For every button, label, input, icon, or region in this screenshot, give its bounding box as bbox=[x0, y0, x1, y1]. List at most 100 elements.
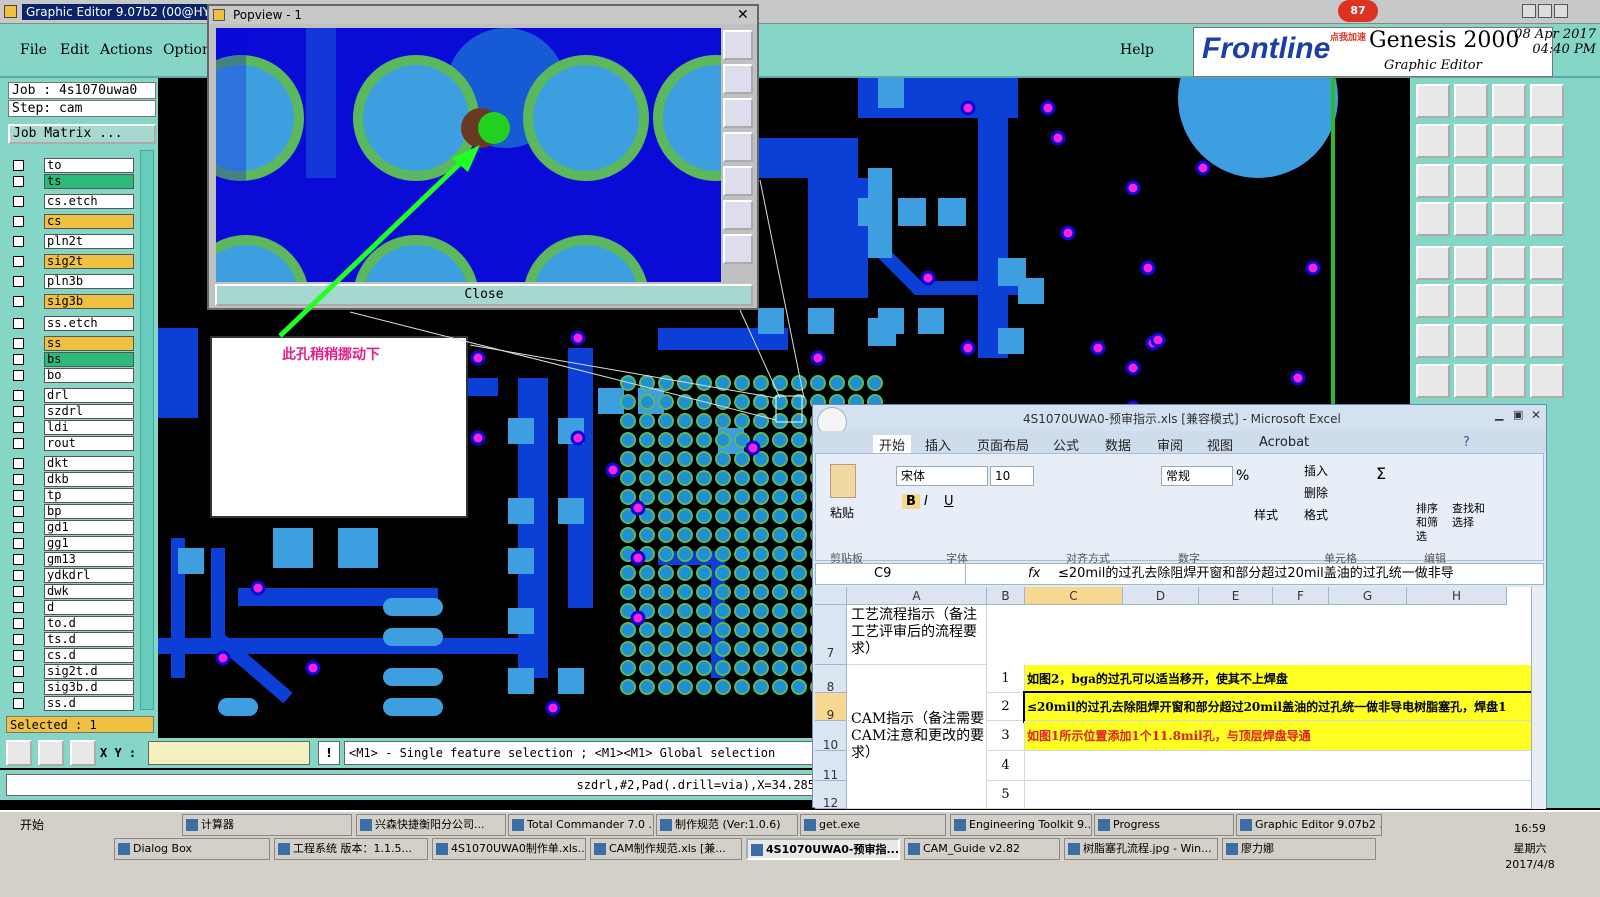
layer-checkbox[interactable] bbox=[13, 370, 24, 381]
column-header[interactable]: G bbox=[1329, 587, 1407, 605]
layer-row[interactable]: d bbox=[10, 600, 156, 615]
taskbar-item[interactable]: 树脂塞孔流程.jpg - Win... bbox=[1064, 838, 1218, 860]
bga-pad[interactable] bbox=[677, 394, 693, 410]
row-header[interactable]: 11 bbox=[815, 751, 847, 782]
bga-pad[interactable] bbox=[677, 508, 693, 524]
bga-pad[interactable] bbox=[734, 660, 750, 676]
layer-checkbox[interactable] bbox=[13, 296, 24, 307]
paste-label[interactable]: 粘贴 bbox=[830, 504, 854, 521]
layer-checkbox[interactable] bbox=[13, 438, 24, 449]
tab-data[interactable]: 数据 bbox=[1105, 435, 1131, 454]
tab-home[interactable]: 开始 bbox=[873, 435, 912, 454]
bga-pad[interactable] bbox=[696, 413, 712, 429]
layer-name[interactable]: pln3b bbox=[44, 274, 134, 289]
bga-pad[interactable] bbox=[753, 508, 769, 524]
menu-actions[interactable]: Actions bbox=[100, 42, 153, 58]
name-box[interactable]: C9 bbox=[816, 564, 966, 584]
taskbar-item[interactable]: 工程系统 版本：1.1.5... bbox=[274, 838, 428, 860]
pv-fit-icon[interactable] bbox=[723, 200, 753, 230]
bga-pad[interactable] bbox=[753, 641, 769, 657]
layer-name[interactable]: rout bbox=[44, 436, 134, 451]
formula-input[interactable]: ≤20mil的过孔去除阻焊开窗和部分超过20mil盖油的过孔统一做非导 bbox=[1052, 564, 1532, 584]
grid-tool-icon[interactable] bbox=[70, 740, 96, 766]
layer-checkbox[interactable] bbox=[13, 176, 24, 187]
cell-b[interactable]: 5 bbox=[987, 781, 1025, 809]
bga-pad[interactable] bbox=[791, 451, 807, 467]
row-header[interactable]: 9 bbox=[815, 693, 847, 722]
layer-row[interactable]: dwk bbox=[10, 584, 156, 599]
layer-row[interactable]: sig3b.d bbox=[10, 680, 156, 695]
cell-a7[interactable]: 工艺流程指示（备注工艺评审后的流程要求） bbox=[847, 605, 987, 665]
measure-icon[interactable] bbox=[1416, 202, 1450, 236]
layer-name[interactable]: sig3b bbox=[44, 294, 134, 309]
bga-pad[interactable] bbox=[639, 679, 655, 695]
bga-pad[interactable] bbox=[658, 546, 674, 562]
pv-pan-right-icon[interactable] bbox=[723, 166, 753, 196]
bga-pad[interactable] bbox=[677, 641, 693, 657]
bga-pad[interactable] bbox=[677, 527, 693, 543]
bga-pad[interactable] bbox=[696, 603, 712, 619]
row-header[interactable]: 10 bbox=[815, 721, 847, 752]
layer-row[interactable]: szdrl bbox=[10, 404, 156, 419]
bga-pad[interactable] bbox=[715, 470, 731, 486]
layer-name[interactable]: ss.d bbox=[44, 696, 134, 711]
cell-c[interactable]: 如图2，bga的过孔可以适当移开，使其不上焊盘 bbox=[1025, 665, 1531, 693]
bga-pad[interactable] bbox=[734, 584, 750, 600]
bga-pad[interactable] bbox=[639, 470, 655, 486]
bga-pad[interactable] bbox=[639, 584, 655, 600]
highlight-icon[interactable] bbox=[1530, 364, 1564, 398]
bga-pad[interactable] bbox=[753, 394, 769, 410]
undo-icon[interactable] bbox=[1492, 324, 1526, 358]
layer-name[interactable]: sig3b.d bbox=[44, 680, 134, 695]
layer-row[interactable]: pln3b bbox=[10, 274, 156, 289]
layer-row[interactable]: dkb bbox=[10, 472, 156, 487]
layer-name[interactable]: gm13 bbox=[44, 552, 134, 567]
layer-name[interactable]: gg1 bbox=[44, 536, 134, 551]
bold-button[interactable]: B bbox=[902, 494, 920, 509]
bga-pad[interactable] bbox=[696, 641, 712, 657]
bga-pad[interactable] bbox=[734, 603, 750, 619]
bga-pad[interactable] bbox=[734, 394, 750, 410]
bga-pad[interactable] bbox=[658, 451, 674, 467]
bga-pad[interactable] bbox=[734, 641, 750, 657]
pv-zoom-home-icon[interactable] bbox=[723, 30, 753, 60]
copy-icon[interactable] bbox=[1492, 364, 1526, 398]
minimize-button[interactable] bbox=[1522, 4, 1536, 18]
bga-pad[interactable] bbox=[772, 413, 788, 429]
find-select-button[interactable]: 查找和选择 bbox=[1452, 502, 1488, 530]
layer-row[interactable]: bp bbox=[10, 504, 156, 519]
tab-insert[interactable]: 插入 bbox=[925, 435, 951, 454]
layer-scrollbar[interactable] bbox=[140, 150, 154, 710]
bga-pad[interactable] bbox=[753, 679, 769, 695]
layers-icon[interactable] bbox=[1530, 202, 1564, 236]
bga-pad[interactable] bbox=[658, 660, 674, 676]
layer-row[interactable]: ss.etch bbox=[10, 316, 156, 331]
bga-pad[interactable] bbox=[734, 470, 750, 486]
bga-pad[interactable] bbox=[658, 603, 674, 619]
layer-name[interactable]: sig2t bbox=[44, 254, 134, 269]
cell-b[interactable]: 1 bbox=[987, 665, 1025, 693]
bga-pad[interactable] bbox=[791, 641, 807, 657]
bga-pad[interactable] bbox=[658, 470, 674, 486]
bga-pad[interactable] bbox=[715, 413, 731, 429]
layer-checkbox[interactable] bbox=[13, 474, 24, 485]
ruler-icon[interactable] bbox=[1492, 246, 1526, 280]
add-icon[interactable] bbox=[1492, 284, 1526, 318]
bga-pad[interactable] bbox=[677, 489, 693, 505]
bga-pad[interactable] bbox=[639, 622, 655, 638]
layer-name[interactable]: gd1 bbox=[44, 520, 134, 535]
taskbar-item[interactable]: CAM制作规范.xls [兼... bbox=[590, 838, 742, 860]
font-size-select[interactable]: 10 bbox=[990, 466, 1034, 486]
bga-pad[interactable] bbox=[791, 394, 807, 410]
bga-pad[interactable] bbox=[696, 375, 712, 391]
layer-name[interactable]: tp bbox=[44, 488, 134, 503]
speedup-label[interactable]: 点我加速 bbox=[1330, 30, 1366, 43]
bga-pad[interactable] bbox=[772, 679, 788, 695]
tab-view[interactable]: 视图 bbox=[1207, 435, 1233, 454]
layer-row[interactable]: ldi bbox=[10, 420, 156, 435]
bga-pad[interactable] bbox=[620, 394, 636, 410]
layer-name[interactable]: bp bbox=[44, 504, 134, 519]
vertical-scrollbar[interactable] bbox=[1531, 587, 1546, 809]
bga-pad[interactable] bbox=[753, 375, 769, 391]
bga-pad[interactable] bbox=[677, 546, 693, 562]
